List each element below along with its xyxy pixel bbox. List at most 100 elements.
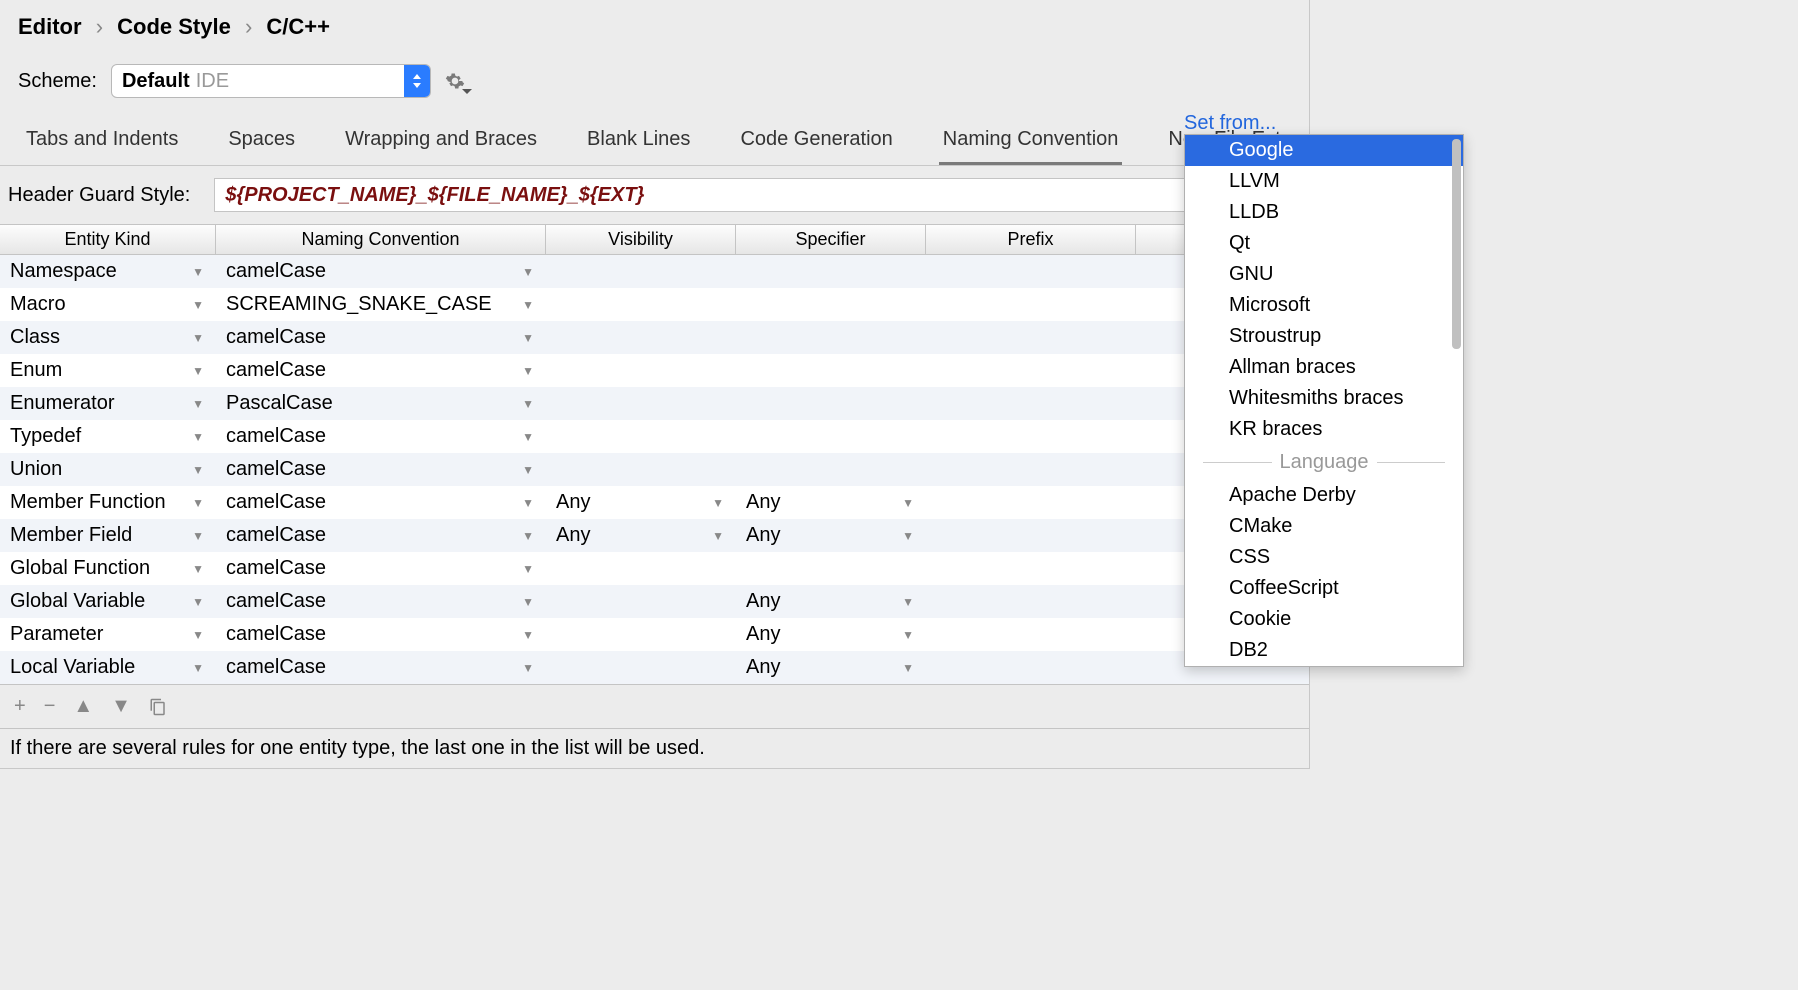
cell-entity[interactable]: Global Variable▼ bbox=[0, 585, 216, 618]
cell-prefix[interactable] bbox=[926, 618, 1136, 651]
table-row[interactable]: Namespace▼camelCase▼ bbox=[0, 255, 1309, 288]
th-naming[interactable]: Naming Convention bbox=[216, 225, 546, 254]
tab-naming-convention[interactable]: Naming Convention bbox=[939, 118, 1123, 165]
cell-prefix[interactable] bbox=[926, 651, 1136, 684]
cell-naming[interactable]: camelCase▼ bbox=[216, 321, 546, 354]
dropdown-item-db-[interactable]: DB2 bbox=[1185, 635, 1463, 666]
table-row[interactable]: Parameter▼camelCase▼Any▼ bbox=[0, 618, 1309, 651]
cell-visibility[interactable] bbox=[546, 618, 736, 651]
cell-prefix[interactable] bbox=[926, 288, 1136, 321]
header-guard-input[interactable] bbox=[214, 178, 1301, 212]
dropdown-item-lldb[interactable]: LLDB bbox=[1185, 197, 1463, 228]
cell-visibility[interactable]: Any▼ bbox=[546, 486, 736, 519]
remove-icon[interactable]: − bbox=[44, 695, 56, 718]
tab-wrapping-and-braces[interactable]: Wrapping and Braces bbox=[341, 118, 541, 165]
cell-specifier[interactable] bbox=[736, 288, 926, 321]
table-row[interactable]: Union▼camelCase▼ bbox=[0, 453, 1309, 486]
dropdown-item-allman-braces[interactable]: Allman braces bbox=[1185, 352, 1463, 383]
cell-visibility[interactable] bbox=[546, 354, 736, 387]
cell-naming[interactable]: camelCase▼ bbox=[216, 486, 546, 519]
cell-prefix[interactable] bbox=[926, 255, 1136, 288]
table-row[interactable]: Global Variable▼camelCase▼ Any▼ bbox=[0, 585, 1309, 618]
cell-visibility[interactable] bbox=[546, 420, 736, 453]
dropdown-item-apache-derby[interactable]: Apache Derby bbox=[1185, 480, 1463, 511]
cell-entity[interactable]: Enumerator▼ bbox=[0, 387, 216, 420]
cell-specifier[interactable] bbox=[736, 420, 926, 453]
cell-prefix[interactable] bbox=[926, 486, 1136, 519]
cell-entity[interactable]: Typedef▼ bbox=[0, 420, 216, 453]
cell-entity[interactable]: Local Variable▼ bbox=[0, 651, 216, 684]
cell-specifier[interactable] bbox=[736, 321, 926, 354]
cell-visibility[interactable] bbox=[546, 453, 736, 486]
dropdown-item-microsoft[interactable]: Microsoft bbox=[1185, 290, 1463, 321]
cell-naming[interactable]: camelCase▼ bbox=[216, 519, 546, 552]
th-entity[interactable]: Entity Kind bbox=[0, 225, 216, 254]
cell-visibility[interactable] bbox=[546, 651, 736, 684]
dropdown-item-gnu[interactable]: GNU bbox=[1185, 259, 1463, 290]
cell-naming[interactable]: camelCase▼ bbox=[216, 354, 546, 387]
crumb-code-style[interactable]: Code Style bbox=[117, 14, 231, 39]
cell-prefix[interactable] bbox=[926, 420, 1136, 453]
cell-prefix[interactable] bbox=[926, 552, 1136, 585]
cell-specifier[interactable]: Any▼ bbox=[736, 486, 926, 519]
updown-icon[interactable] bbox=[404, 65, 430, 97]
dropdown-item-qt[interactable]: Qt bbox=[1185, 228, 1463, 259]
table-row[interactable]: Typedef▼camelCase▼ bbox=[0, 420, 1309, 453]
cell-visibility[interactable] bbox=[546, 321, 736, 354]
cell-visibility[interactable] bbox=[546, 552, 736, 585]
cell-visibility[interactable] bbox=[546, 288, 736, 321]
cell-naming[interactable]: camelCase▼ bbox=[216, 255, 546, 288]
cell-visibility[interactable] bbox=[546, 255, 736, 288]
table-row[interactable]: Member Function▼camelCase▼Any▼Any▼ bbox=[0, 486, 1309, 519]
cell-specifier[interactable]: Any▼ bbox=[736, 651, 926, 684]
cell-naming[interactable]: camelCase▼ bbox=[216, 453, 546, 486]
cell-entity[interactable]: Member Field▼ bbox=[0, 519, 216, 552]
cell-specifier[interactable] bbox=[736, 387, 926, 420]
cell-naming[interactable]: PascalCase▼ bbox=[216, 387, 546, 420]
th-specifier[interactable]: Specifier bbox=[736, 225, 926, 254]
crumb-c-cpp[interactable]: C/C++ bbox=[266, 14, 330, 39]
tab-spaces[interactable]: Spaces bbox=[224, 118, 299, 165]
dropdown-item-css[interactable]: CSS bbox=[1185, 542, 1463, 573]
set-from-link[interactable]: Set from... bbox=[1184, 112, 1276, 135]
cell-naming[interactable]: camelCase▼ bbox=[216, 651, 546, 684]
dropdown-item-kr-braces[interactable]: KR braces bbox=[1185, 414, 1463, 445]
cell-prefix[interactable] bbox=[926, 387, 1136, 420]
cell-specifier[interactable]: Any▼ bbox=[736, 519, 926, 552]
cell-visibility[interactable] bbox=[546, 585, 736, 618]
cell-visibility[interactable] bbox=[546, 387, 736, 420]
move-up-icon[interactable]: ▲ bbox=[73, 695, 93, 718]
tab-code-generation[interactable]: Code Generation bbox=[736, 118, 896, 165]
copy-icon[interactable] bbox=[149, 698, 167, 716]
table-row[interactable]: Enum▼camelCase▼ bbox=[0, 354, 1309, 387]
add-icon[interactable]: + bbox=[14, 695, 26, 718]
table-row[interactable]: Global Function▼camelCase▼ bbox=[0, 552, 1309, 585]
cell-prefix[interactable] bbox=[926, 321, 1136, 354]
cell-prefix[interactable] bbox=[926, 354, 1136, 387]
dropdown-item-coffeescript[interactable]: CoffeeScript bbox=[1185, 573, 1463, 604]
dropdown-item-cmake[interactable]: CMake bbox=[1185, 511, 1463, 542]
cell-prefix[interactable] bbox=[926, 519, 1136, 552]
cell-entity[interactable]: Namespace▼ bbox=[0, 255, 216, 288]
cell-prefix[interactable] bbox=[926, 453, 1136, 486]
table-row[interactable]: Local Variable▼camelCase▼ Any▼ bbox=[0, 651, 1309, 684]
table-row[interactable]: Enumerator▼PascalCase▼ bbox=[0, 387, 1309, 420]
cell-entity[interactable]: Union▼ bbox=[0, 453, 216, 486]
cell-naming[interactable]: camelCase▼ bbox=[216, 618, 546, 651]
cell-entity[interactable]: Global Function▼ bbox=[0, 552, 216, 585]
cell-entity[interactable]: Macro▼ bbox=[0, 288, 216, 321]
cell-naming[interactable]: camelCase▼ bbox=[216, 585, 546, 618]
table-row[interactable]: Member Field▼camelCase▼Any▼Any▼ bbox=[0, 519, 1309, 552]
tab-tabs-and-indents[interactable]: Tabs and Indents bbox=[22, 118, 182, 165]
cell-specifier[interactable]: Any▼ bbox=[736, 585, 926, 618]
dropdown-item-llvm[interactable]: LLVM bbox=[1185, 166, 1463, 197]
tab-blank-lines[interactable]: Blank Lines bbox=[583, 118, 694, 165]
table-row[interactable]: Macro▼SCREAMING_SNAKE_CASE▼ bbox=[0, 288, 1309, 321]
th-visibility[interactable]: Visibility bbox=[546, 225, 736, 254]
cell-visibility[interactable]: Any▼ bbox=[546, 519, 736, 552]
cell-naming[interactable]: SCREAMING_SNAKE_CASE▼ bbox=[216, 288, 546, 321]
dropdown-item-google[interactable]: Google bbox=[1185, 135, 1463, 166]
th-prefix[interactable]: Prefix bbox=[926, 225, 1136, 254]
gear-icon[interactable] bbox=[445, 71, 465, 91]
move-down-icon[interactable]: ▼ bbox=[111, 695, 131, 718]
